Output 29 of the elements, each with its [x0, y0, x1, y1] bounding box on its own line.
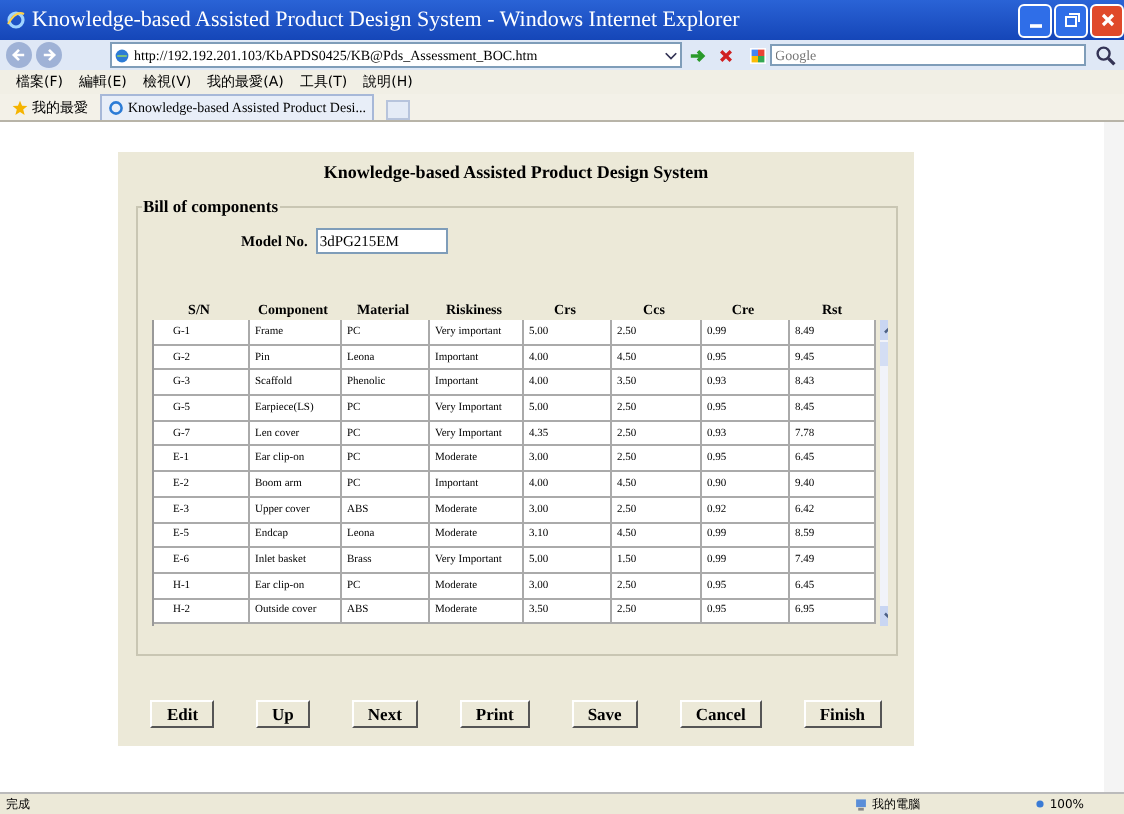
search-provider-icon — [749, 47, 766, 63]
search-icon — [1094, 43, 1118, 67]
fieldset-legend: Bill of components — [141, 196, 281, 216]
minimize-button[interactable] — [1018, 3, 1052, 37]
restore-icon — [1061, 10, 1081, 30]
back-button[interactable] — [6, 42, 32, 68]
form-button[interactable]: Print — [459, 700, 530, 728]
page-heading: Knowledge-based Assisted Product Design System — [323, 162, 709, 182]
close-icon — [1097, 10, 1117, 30]
forward-button[interactable] — [36, 42, 62, 68]
search-button[interactable] — [1094, 43, 1118, 67]
magnifier-icon — [1033, 798, 1046, 810]
browser-logo-icon — [6, 10, 26, 30]
browser-logo-icon — [108, 100, 124, 116]
minimize-icon — [1029, 24, 1041, 28]
dropdown-icon — [663, 48, 678, 62]
form-button[interactable]: Save — [571, 700, 638, 728]
computer-icon — [853, 797, 868, 811]
form-button[interactable]: Cancel — [679, 700, 762, 728]
form-button[interactable]: Next — [351, 700, 418, 728]
page-scrollbar[interactable] — [1104, 122, 1124, 792]
form-button[interactable]: Finish — [803, 700, 882, 728]
star-icon — [12, 100, 28, 116]
page-icon — [114, 47, 130, 63]
close-button[interactable] — [1090, 3, 1124, 37]
form-button[interactable]: Edit — [150, 700, 215, 728]
window-title: Knowledge-based Assisted Product Design System - Windows Internet Explorer — [32, 8, 742, 32]
form-button[interactable]: Up — [256, 700, 310, 728]
restore-button[interactable] — [1054, 3, 1088, 37]
